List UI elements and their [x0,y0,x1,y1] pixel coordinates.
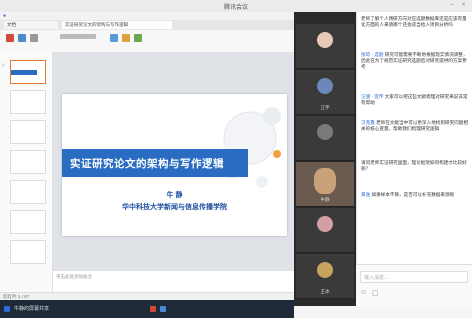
video-tile-5[interactable] [296,208,354,253]
avatar [317,124,333,140]
close-icon[interactable]: × [460,2,467,9]
taskbar: 牛静的屏幕共享 [0,300,294,318]
ppt-task-icon[interactable] [150,306,156,312]
video-panel: 江宇 牛静 王冰 [294,12,356,306]
avatar [314,168,336,194]
status-bar: 幻灯片 1 / 47 [0,292,294,300]
thumbnail-3[interactable] [10,120,46,144]
thumbnail-4[interactable] [10,150,46,174]
paste-icon[interactable] [6,34,14,42]
avatar [317,32,333,48]
minimize-icon[interactable]: – [448,2,455,9]
chat-message: 老师了解个人预研方向对应选题数据库还是应该有量化方面的人来请哪个还会适当给入项目… [361,16,467,27]
slide-title: 实证研究论文的架构与写作逻辑 [70,158,224,170]
browser-task-icon[interactable] [160,306,166,312]
picture-icon[interactable] [122,34,130,42]
video-tile-6[interactable]: 王冰 [296,254,354,299]
file-icon[interactable]: ▢ [372,289,380,297]
video-tile-4[interactable] [296,116,354,161]
thumbnail-6[interactable] [10,210,46,234]
avatar [317,78,333,94]
chat-message: 张琼 · 选题 研究可能需要不断地根据现实情况调整，因此在为了规范实证研究选题后… [361,52,468,69]
table-icon[interactable] [134,34,142,42]
author-name: 牛 静 [166,192,183,199]
chat-input-area: 输入消息... ☺ ▢ [356,264,472,307]
format-icon[interactable] [30,34,38,42]
tab-documents[interactable]: 文档 [4,21,58,29]
share-header: ● [0,12,294,20]
tab-presentation[interactable]: 实证研究论文的架构与写作逻辑 [62,21,172,29]
chat-message: 黄逸 如果样本不够，是否可以补充数据来源呢 [361,192,455,197]
start-icon[interactable] [4,306,10,312]
chat-message: 请问老师实证研究里面，理论框架如何构建才比较好呢？ [361,160,467,171]
font-select[interactable] [60,34,96,39]
doc-tabs: 文档 实证研究论文的架构与写作逻辑 [0,20,294,30]
chat-message: 汉克鑫 老师在文献当中可以更深入地找到研究问题相关的核心变量，帮助我们梳理研究逻… [361,120,468,131]
shape-icon[interactable] [110,34,118,42]
chat-input[interactable]: 输入消息... [360,271,468,283]
emoji-icon[interactable]: ☺ [360,289,368,297]
chat-panel: 老师了解个人预研方向对应选题数据库还是应该有量化方面的人来请哪个还会适当给入项目… [356,12,472,306]
share-indicator-icon: ● [3,13,7,19]
video-tile-1[interactable] [296,24,354,69]
slide: 实证研究论文的架构与写作逻辑 牛 静 华中科技大学新闻与信息传播学院 [62,94,287,236]
slide-thumbnails: 1 [0,52,53,292]
thumbnail-7[interactable] [10,240,46,264]
chat-message: 汪涵 · 宣传 大家可以把这些文献梳理对研究来说非常有帮助 [361,94,468,105]
window-title: 腾讯会议 [223,5,248,11]
thumbnail-1[interactable] [10,60,46,84]
new-slide-icon[interactable] [18,34,26,42]
screen-share: ● 文档 实证研究论文的架构与写作逻辑 1 实证研究论文的架构与写作逻辑 牛 静… [0,12,294,318]
thumbnail-5[interactable] [10,180,46,204]
avatar [317,216,333,232]
slide-canvas: 实证研究论文的架构与写作逻辑 牛 静 华中科技大学新闻与信息传播学院 [53,52,294,270]
video-tile-3[interactable]: 牛静 [296,162,354,207]
taskbar-label: 牛静的屏幕共享 [14,306,50,312]
ribbon-toolbar [0,30,294,53]
author-affiliation: 华中科技大学新闻与信息传播学院 [122,204,227,211]
notes-pane[interactable]: 单击此处添加备注 [53,270,294,292]
avatar [317,262,333,278]
video-tile-2[interactable]: 江宇 [296,70,354,115]
thumbnail-2[interactable] [10,90,46,114]
